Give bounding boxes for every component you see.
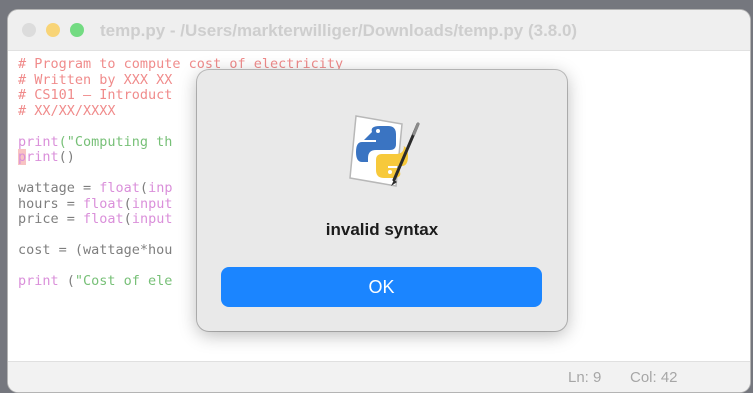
python-idle-icon: [349, 115, 420, 187]
error-message: invalid syntax: [325, 220, 439, 239]
ok-button[interactable]: OK: [221, 267, 542, 307]
error-dialog: invalid syntax OK: [197, 70, 567, 331]
